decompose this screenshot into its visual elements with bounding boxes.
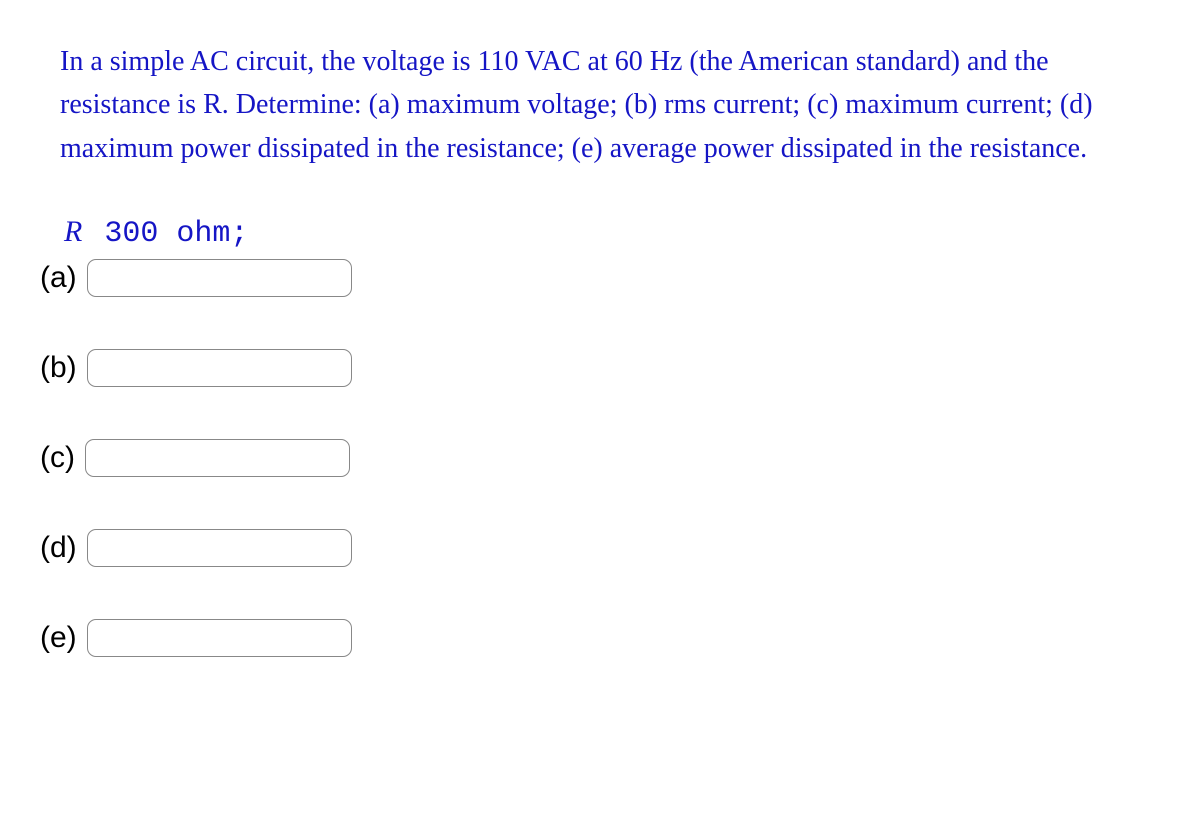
resistance-value: 300 ohm;	[104, 217, 248, 251]
resistance-symbol: R	[64, 215, 82, 248]
answer-label-d: (d)	[40, 531, 77, 565]
answer-row-b: (b)	[40, 349, 1160, 387]
question-text: In a simple AC circuit, the voltage is 1…	[60, 40, 1160, 170]
answer-input-c[interactable]	[85, 439, 350, 477]
answer-input-a[interactable]	[87, 259, 352, 297]
answer-input-e[interactable]	[87, 619, 352, 657]
answer-row-e: (e)	[40, 619, 1160, 657]
answer-input-d[interactable]	[87, 529, 352, 567]
answer-row-c: (c)	[40, 439, 1160, 477]
answer-label-e: (e)	[40, 621, 77, 655]
answer-input-b[interactable]	[87, 349, 352, 387]
answer-label-c: (c)	[40, 441, 75, 475]
answer-label-b: (b)	[40, 351, 77, 385]
answer-row-a: (a)	[40, 259, 1160, 297]
resistance-info: R 300 ohm;	[64, 215, 1160, 251]
answer-label-a: (a)	[40, 261, 77, 295]
answer-row-d: (d)	[40, 529, 1160, 567]
